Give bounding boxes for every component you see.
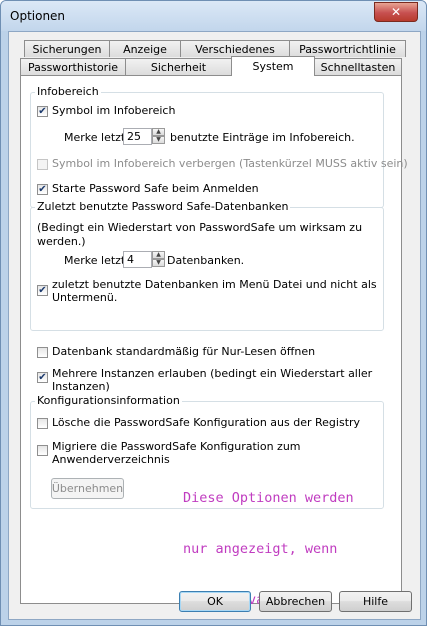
migrate-config-checkbox[interactable] [37,445,48,456]
delete-config-checkbox[interactable] [37,418,48,429]
tab-row-2: Passworthistorie Sicherheit System Schne… [20,56,402,76]
konfig-title: Konfigurationsinformation [35,394,182,407]
submenu-line2: Untermenü. [52,291,118,304]
merke-eintraege-value: 25 [127,130,141,143]
window-title: Optionen [10,9,66,23]
tab-label: System [252,60,294,73]
tab-label: Schnelltasten [320,60,396,74]
tab-sicherungen[interactable]: Sicherungen [24,40,110,57]
datenbanken-merke-prefix: Merke letzte [64,254,133,267]
annotation-line2: nur angezeigt, wenn [183,541,338,557]
verbergen-checkbox[interactable] [37,159,48,170]
close-icon: ✕ [390,5,402,19]
tab-label: Passworthistorie [27,60,119,74]
multi-instanz-line1: Mehrere Instanzen erlauben (bedingt ein … [52,367,373,380]
tab-label: Passwortrichtlinie [299,42,396,56]
merke-datenbanken-stepper[interactable]: ▲ ▼ [152,251,165,268]
merke-eintraege-input[interactable]: 25 [123,128,152,145]
tab-label: Anzeige [123,42,167,56]
symbol-infobereich-label: Symbol im Infobereich [52,104,176,117]
tab-sicherheit[interactable]: Sicherheit [125,58,232,75]
tab-anzeige[interactable]: Anzeige [109,40,181,57]
tab-system[interactable]: System [231,56,315,76]
merke-datenbanken-input[interactable]: 4 [123,251,152,268]
datenbanken-suffix: Datenbanken. [167,254,245,267]
spin-down-icon[interactable]: ▼ [152,136,165,144]
spin-up-icon[interactable]: ▲ [152,251,165,259]
zuletzt-note-line1: (Bedingt ein Wiederstart von PasswordSaf… [37,221,363,234]
close-button[interactable]: ✕ [374,2,418,22]
submenu-line1: zuletzt benutzte Datenbanken im Menü Dat… [52,278,377,291]
readonly-checkbox[interactable] [37,347,48,358]
delete-config-label: Lösche die PasswordSafe Konfiguration au… [52,416,361,429]
cancel-button[interactable]: Abbrechen [259,591,332,612]
merke-prefix: Merke letzte [64,131,133,144]
checkmark-icon: ✔ [38,284,47,296]
ok-button[interactable]: OK [179,591,251,612]
multi-instanz-line2: Instanzen) [52,380,110,393]
ok-button-label: OK [207,595,223,608]
apply-button[interactable]: Übernehmen [51,478,124,499]
cancel-button-label: Abbrechen [265,595,326,608]
tab-label: Verschiedenes [195,42,275,56]
starte-label: Starte Password Safe beim Anmelden [52,182,259,195]
tab-passwortrichtlinie[interactable]: Passwortrichtlinie [289,40,406,57]
infobereich-title: Infobereich [35,85,101,98]
tab-label: Sicherungen [32,42,102,56]
options-dialog: Optionen ✕ Sicherungen Anzeige Verschied… [0,0,427,626]
readonly-label: Datenbank standardmäßig für Nur-Lesen öf… [52,345,316,358]
zuletzt-title: Zuletzt benutzte Password Safe-Datenbank… [35,200,291,213]
submenu-checkbox[interactable]: ✔ [37,285,48,296]
help-button-label: Hilfe [362,595,389,608]
zuletzt-note-line2: werden.) [37,235,86,248]
checkmark-icon: ✔ [38,371,47,383]
migrate-config-line2: Anwenderverzeichnis [52,453,170,466]
spin-down-icon[interactable]: ▼ [152,259,165,267]
tab-verschiedenes[interactable]: Verschiedenes [180,40,290,57]
tab-passworthistorie[interactable]: Passworthistorie [20,58,126,75]
starte-checkbox[interactable]: ✔ [37,184,48,195]
apply-button-label: Übernehmen [51,482,124,495]
merke-suffix: benutzte Einträge im Infobereich. [170,131,355,144]
migrate-config-line1: Migriere die PasswordSafe Konfiguration … [52,440,301,453]
title-bar[interactable]: Optionen ✕ [1,1,426,31]
merke-datenbanken-value: 4 [127,253,134,266]
spin-up-icon[interactable]: ▲ [152,128,165,136]
system-tab-panel: Infobereich ✔ Symbol im Infobereich Merk… [20,75,408,608]
symbol-infobereich-checkbox[interactable]: ✔ [37,106,48,117]
merke-eintraege-stepper[interactable]: ▲ ▼ [152,128,165,145]
tab-label: Sicherheit [150,60,207,74]
multi-instanz-checkbox[interactable]: ✔ [37,372,48,383]
checkmark-icon: ✔ [38,183,47,195]
checkmark-icon: ✔ [38,105,47,117]
dialog-client: Sicherungen Anzeige Verschiedenes Passwo… [8,31,421,620]
verbergen-label: Symbol im Infobereich verbergen (Tastenk… [52,157,408,170]
annotation-line1: Diese Optionen werden [183,490,354,506]
tab-row-1: Sicherungen Anzeige Verschiedenes Passwo… [24,40,406,58]
help-button[interactable]: Hilfe [339,591,412,612]
tab-schnelltasten[interactable]: Schnelltasten [314,58,402,75]
